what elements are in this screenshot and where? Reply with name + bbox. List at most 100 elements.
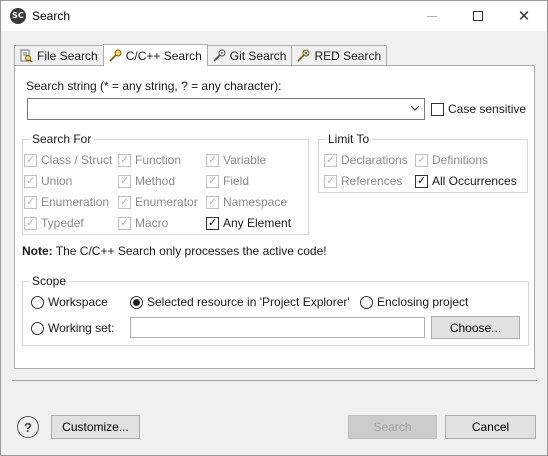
- checkbox-label: Typedef: [41, 216, 84, 230]
- maximize-button[interactable]: [455, 1, 501, 31]
- checkbox-method[interactable]: ✓ Method: [118, 174, 175, 188]
- cpp-search-icon: [109, 49, 122, 62]
- checkbox-macro[interactable]: ✓ Macro: [118, 216, 168, 230]
- red-search-icon: [297, 49, 310, 62]
- radio-circle: [360, 295, 373, 309]
- customize-button[interactable]: Customize...: [51, 415, 140, 439]
- search-tabs: File Search C/C++ Search Git Search RED …: [14, 44, 388, 66]
- radio-circle: [31, 321, 44, 335]
- checkbox-enumerator[interactable]: ✓ Enumerator: [118, 195, 198, 209]
- checkbox-label: Enumeration: [41, 195, 110, 209]
- search-dialog: SC Search ✕ File Search C/C++ Search Git…: [0, 0, 548, 456]
- checkbox-label: Macro: [135, 216, 169, 230]
- app-logo-icon: SC: [10, 8, 26, 24]
- git-search-icon: [213, 49, 226, 62]
- note-bold: Note:: [22, 244, 53, 258]
- tab-git-search[interactable]: Git Search: [206, 45, 293, 65]
- help-icon[interactable]: ?: [17, 416, 39, 438]
- checkmark-icon: ✓: [26, 173, 36, 187]
- checkbox-box: ✓: [206, 174, 219, 188]
- search-string-combo[interactable]: [27, 98, 425, 120]
- checkbox-any-element[interactable]: ✓ Any Element: [206, 216, 291, 230]
- note-text: Note: The C/C++ Search only processes th…: [22, 244, 327, 258]
- checkbox-label: Class / Struct: [41, 153, 113, 167]
- checkbox-typedef[interactable]: ✓ Typedef: [24, 216, 84, 230]
- checkbox-label: Any Element: [223, 216, 292, 230]
- tab-label: RED Search: [314, 48, 382, 63]
- checkbox-box: ✓: [206, 194, 219, 209]
- checkmark-icon: ✓: [417, 173, 427, 187]
- case-sensitive-checkbox[interactable]: Case sensitive: [431, 102, 526, 116]
- radio-working-set[interactable]: Working set:: [31, 321, 114, 335]
- search-string-label: Search string (* = any string, ? = any c…: [26, 79, 282, 93]
- checkbox-box: ✓: [118, 215, 131, 230]
- checkmark-icon: ✓: [208, 194, 218, 208]
- search-button[interactable]: Search: [348, 415, 437, 439]
- footer-separator: [12, 380, 537, 381]
- checkbox-function[interactable]: ✓ Function: [118, 153, 181, 167]
- chevron-down-icon[interactable]: [410, 103, 420, 113]
- checkbox-label: Field: [223, 174, 250, 188]
- checkbox-box[interactable]: [431, 102, 444, 116]
- tab-file-search[interactable]: File Search: [14, 45, 104, 65]
- checkbox-all-occurrences[interactable]: ✓ All Occurrences: [415, 174, 517, 188]
- checkbox-definitions[interactable]: ✓ Definitions: [415, 153, 488, 167]
- tab-cpp-search[interactable]: C/C++ Search: [102, 44, 208, 66]
- checkmark-icon: ✓: [417, 152, 427, 166]
- checkmark-icon: ✓: [26, 152, 36, 166]
- checkbox-box: ✓: [415, 173, 428, 188]
- radio-workspace[interactable]: Workspace: [31, 295, 108, 309]
- checkbox-field[interactable]: ✓ Field: [206, 174, 249, 188]
- choose-button[interactable]: Choose...: [431, 316, 520, 339]
- checkbox-declarations[interactable]: ✓ Declarations: [324, 153, 408, 167]
- radio-label: Workspace: [48, 295, 108, 309]
- search-for-group: Search For ✓ Class / Struct ✓ Function ✓…: [22, 132, 309, 235]
- file-search-icon: [20, 49, 33, 63]
- close-icon: ✕: [517, 6, 531, 25]
- checkbox-label: Definitions: [432, 153, 489, 167]
- tab-red-search[interactable]: RED Search: [291, 45, 388, 65]
- checkmark-icon: ✓: [26, 215, 36, 229]
- radio-dot-icon: [133, 298, 140, 306]
- checkbox-label: Method: [135, 174, 176, 188]
- cancel-button[interactable]: Cancel: [445, 415, 536, 439]
- checkbox-box: ✓: [415, 152, 428, 167]
- radio-enclosing-project[interactable]: Enclosing project: [360, 295, 468, 309]
- checkbox-union[interactable]: ✓ Union: [24, 174, 72, 188]
- checkbox-box: ✓: [24, 173, 37, 188]
- checkmark-icon: ✓: [120, 194, 130, 208]
- checkmark-icon: ✓: [208, 152, 218, 166]
- checkmark-icon: ✓: [208, 215, 218, 229]
- checkbox-label: Declarations: [341, 153, 408, 167]
- limit-to-title: Limit To: [325, 132, 373, 146]
- checkmark-icon: ✓: [26, 194, 36, 208]
- title-bar: SC Search ✕: [1, 1, 547, 31]
- minimize-icon: [427, 15, 437, 17]
- checkbox-box: ✓: [118, 152, 131, 167]
- checkbox-enumeration[interactable]: ✓ Enumeration: [24, 195, 109, 209]
- radio-circle: [31, 295, 44, 309]
- tab-label: Git Search: [229, 48, 287, 63]
- checkbox-namespace[interactable]: ✓ Namespace: [206, 195, 287, 209]
- minimize-button[interactable]: [409, 1, 455, 31]
- radio-selected-resource[interactable]: Selected resource in 'Project Explorer': [130, 295, 350, 309]
- checkbox-box: ✓: [24, 152, 37, 167]
- close-button[interactable]: ✕: [501, 1, 547, 31]
- checkmark-icon: ✓: [120, 173, 130, 187]
- checkbox-box: ✓: [324, 174, 337, 188]
- checkmark-icon: ✓: [120, 152, 130, 166]
- scope-title: Scope: [29, 274, 70, 288]
- checkbox-label: Function: [135, 153, 182, 167]
- radio-circle: [130, 295, 143, 309]
- checkbox-variable[interactable]: ✓ Variable: [206, 153, 266, 167]
- checkmark-icon: ✓: [120, 215, 130, 229]
- checkbox-class-struct[interactable]: ✓ Class / Struct: [24, 153, 112, 167]
- checkbox-box: ✓: [206, 152, 219, 167]
- case-sensitive-label: Case sensitive: [448, 102, 527, 116]
- checkbox-label: Namespace: [223, 195, 288, 209]
- checkbox-references[interactable]: ✓ References: [324, 174, 402, 188]
- checkmark-icon: ✓: [326, 152, 336, 166]
- checkbox-label: References: [341, 174, 403, 188]
- working-set-field[interactable]: [130, 317, 425, 338]
- checkbox-box: ✓: [118, 194, 131, 209]
